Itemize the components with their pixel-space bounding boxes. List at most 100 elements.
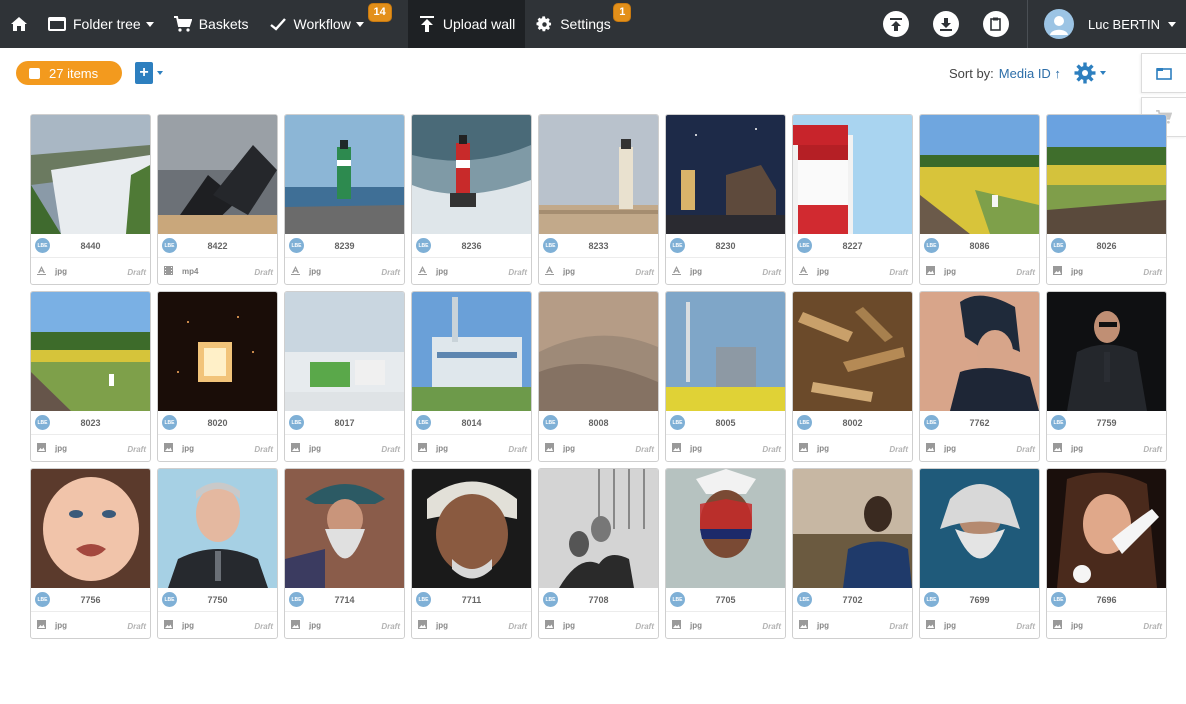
media-card[interactable]: LBE 8005 jpg Draft <box>665 291 786 462</box>
nav-right-group: Luc BERTIN <box>871 0 1186 48</box>
media-thumbnail[interactable] <box>412 469 531 588</box>
media-card[interactable]: LBE 8008 jpg Draft <box>538 291 659 462</box>
card-info-row: jpg Draft <box>285 435 404 461</box>
status-badge: Draft <box>889 622 908 631</box>
media-card[interactable]: LBE 8023 jpg Draft <box>30 291 151 462</box>
media-thumbnail[interactable] <box>793 292 912 411</box>
media-thumbnail[interactable] <box>539 469 658 588</box>
file-type: jpg <box>309 444 321 453</box>
media-thumbnail[interactable] <box>666 292 785 411</box>
nav-settings[interactable]: Settings 1 <box>525 0 641 48</box>
clipboard-button[interactable] <box>971 0 1021 48</box>
media-thumbnail[interactable] <box>285 115 404 234</box>
media-thumbnail[interactable] <box>285 292 404 411</box>
home-button[interactable] <box>0 0 38 48</box>
media-thumbnail[interactable] <box>920 115 1039 234</box>
side-tab-folders[interactable] <box>1141 53 1186 93</box>
card-info-row: jpg Draft <box>285 612 404 638</box>
file-type: jpg <box>944 621 956 630</box>
media-thumbnail[interactable] <box>158 469 277 588</box>
media-thumbnail[interactable] <box>666 115 785 234</box>
media-card[interactable]: LBE 7714 jpg Draft <box>284 468 405 639</box>
upload-icon <box>418 15 436 33</box>
media-thumbnail[interactable] <box>920 469 1039 588</box>
status-badge: Draft <box>127 622 146 631</box>
card-info-row: jpg Draft <box>31 258 150 284</box>
media-thumbnail[interactable] <box>158 115 277 234</box>
status-badge: Draft <box>127 268 146 277</box>
card-meta-row: LBE 8017 <box>285 411 404 435</box>
media-card[interactable]: LBE 8422 mp4 Draft <box>157 114 278 285</box>
download-button[interactable] <box>921 0 971 48</box>
media-card[interactable]: LBE 7708 jpg Draft <box>538 468 659 639</box>
media-id: 7702 <box>842 594 863 605</box>
media-thumbnail[interactable] <box>1047 469 1166 588</box>
media-thumbnail[interactable] <box>412 292 531 411</box>
media-thumbnail[interactable] <box>1047 115 1166 234</box>
media-card[interactable]: LBE 7702 jpg Draft <box>792 468 913 639</box>
status-badge: Draft <box>254 622 273 631</box>
media-card[interactable]: LBE 7762 jpg Draft <box>919 291 1040 462</box>
media-card[interactable]: LBE 7750 jpg Draft <box>157 468 278 639</box>
media-card[interactable]: LBE 7699 jpg Draft <box>919 468 1040 639</box>
items-count-selector[interactable]: 27 items <box>16 61 122 85</box>
media-thumbnail[interactable] <box>539 115 658 234</box>
image-icon <box>926 620 935 629</box>
card-info-row: jpg Draft <box>158 435 277 461</box>
nav-upload-wall[interactable]: Upload wall <box>407 0 526 48</box>
media-card[interactable]: LBE 7756 jpg Draft <box>30 468 151 639</box>
media-card[interactable]: LBE 7759 jpg Draft <box>1046 291 1167 462</box>
status-badge: Draft <box>381 622 400 631</box>
view-settings-button[interactable] <box>1074 62 1106 84</box>
media-thumbnail[interactable] <box>31 115 150 234</box>
file-type: jpg <box>563 444 575 453</box>
media-card[interactable]: LBE 7711 jpg Draft <box>411 468 532 639</box>
upload-button[interactable] <box>871 0 921 48</box>
media-card[interactable]: LBE 8026 jpg Draft <box>1046 114 1167 285</box>
media-card[interactable]: LBE 8017 jpg Draft <box>284 291 405 462</box>
media-card[interactable]: LBE 8227 jpg Draft <box>792 114 913 285</box>
status-badge: Draft <box>254 445 273 454</box>
media-thumbnail[interactable] <box>31 469 150 588</box>
text-icon <box>799 266 808 275</box>
media-thumbnail[interactable] <box>1047 292 1166 411</box>
card-info-row: jpg Draft <box>1047 612 1166 638</box>
clipboard-icon <box>990 17 1002 31</box>
media-card[interactable]: LBE 8014 jpg Draft <box>411 291 532 462</box>
nav-baskets[interactable]: Baskets <box>164 0 259 48</box>
nav-workflow[interactable]: Workflow 14 <box>259 0 408 48</box>
media-card[interactable]: LBE 8233 jpg Draft <box>538 114 659 285</box>
media-thumbnail[interactable] <box>793 115 912 234</box>
sort-value[interactable]: Media ID ↑ <box>999 66 1061 81</box>
image-icon <box>418 620 427 629</box>
media-thumbnail[interactable] <box>285 469 404 588</box>
media-thumbnail[interactable] <box>666 469 785 588</box>
image-icon <box>1053 620 1062 629</box>
media-card[interactable]: LBE 8020 jpg Draft <box>157 291 278 462</box>
add-media-button[interactable]: + <box>135 62 163 84</box>
media-card[interactable]: LBE 8002 jpg Draft <box>792 291 913 462</box>
media-id: 8422 <box>207 240 228 251</box>
media-card[interactable]: LBE 7696 jpg Draft <box>1046 468 1167 639</box>
media-thumbnail[interactable] <box>31 292 150 411</box>
media-card[interactable]: LBE 8086 jpg Draft <box>919 114 1040 285</box>
media-thumbnail[interactable] <box>539 292 658 411</box>
image-icon <box>1053 443 1062 452</box>
card-meta-row: LBE 8023 <box>31 411 150 435</box>
media-thumbnail[interactable] <box>412 115 531 234</box>
media-card[interactable]: LBE 8236 jpg Draft <box>411 114 532 285</box>
media-thumbnail[interactable] <box>158 292 277 411</box>
media-thumbnail[interactable] <box>793 469 912 588</box>
sort-label: Sort by: <box>949 66 994 81</box>
media-card[interactable]: LBE 8440 jpg Draft <box>30 114 151 285</box>
media-card[interactable]: LBE 8230 jpg Draft <box>665 114 786 285</box>
media-thumbnail[interactable] <box>920 292 1039 411</box>
chevron-down-icon <box>355 21 364 27</box>
media-card[interactable]: LBE 8239 jpg Draft <box>284 114 405 285</box>
file-type: jpg <box>563 621 575 630</box>
select-all-checkbox[interactable] <box>29 67 40 79</box>
user-menu[interactable]: Luc BERTIN <box>1034 0 1186 48</box>
nav-folder-tree[interactable]: Folder tree <box>38 0 164 48</box>
media-card[interactable]: LBE 7705 jpg Draft <box>665 468 786 639</box>
file-type: jpg <box>944 444 956 453</box>
